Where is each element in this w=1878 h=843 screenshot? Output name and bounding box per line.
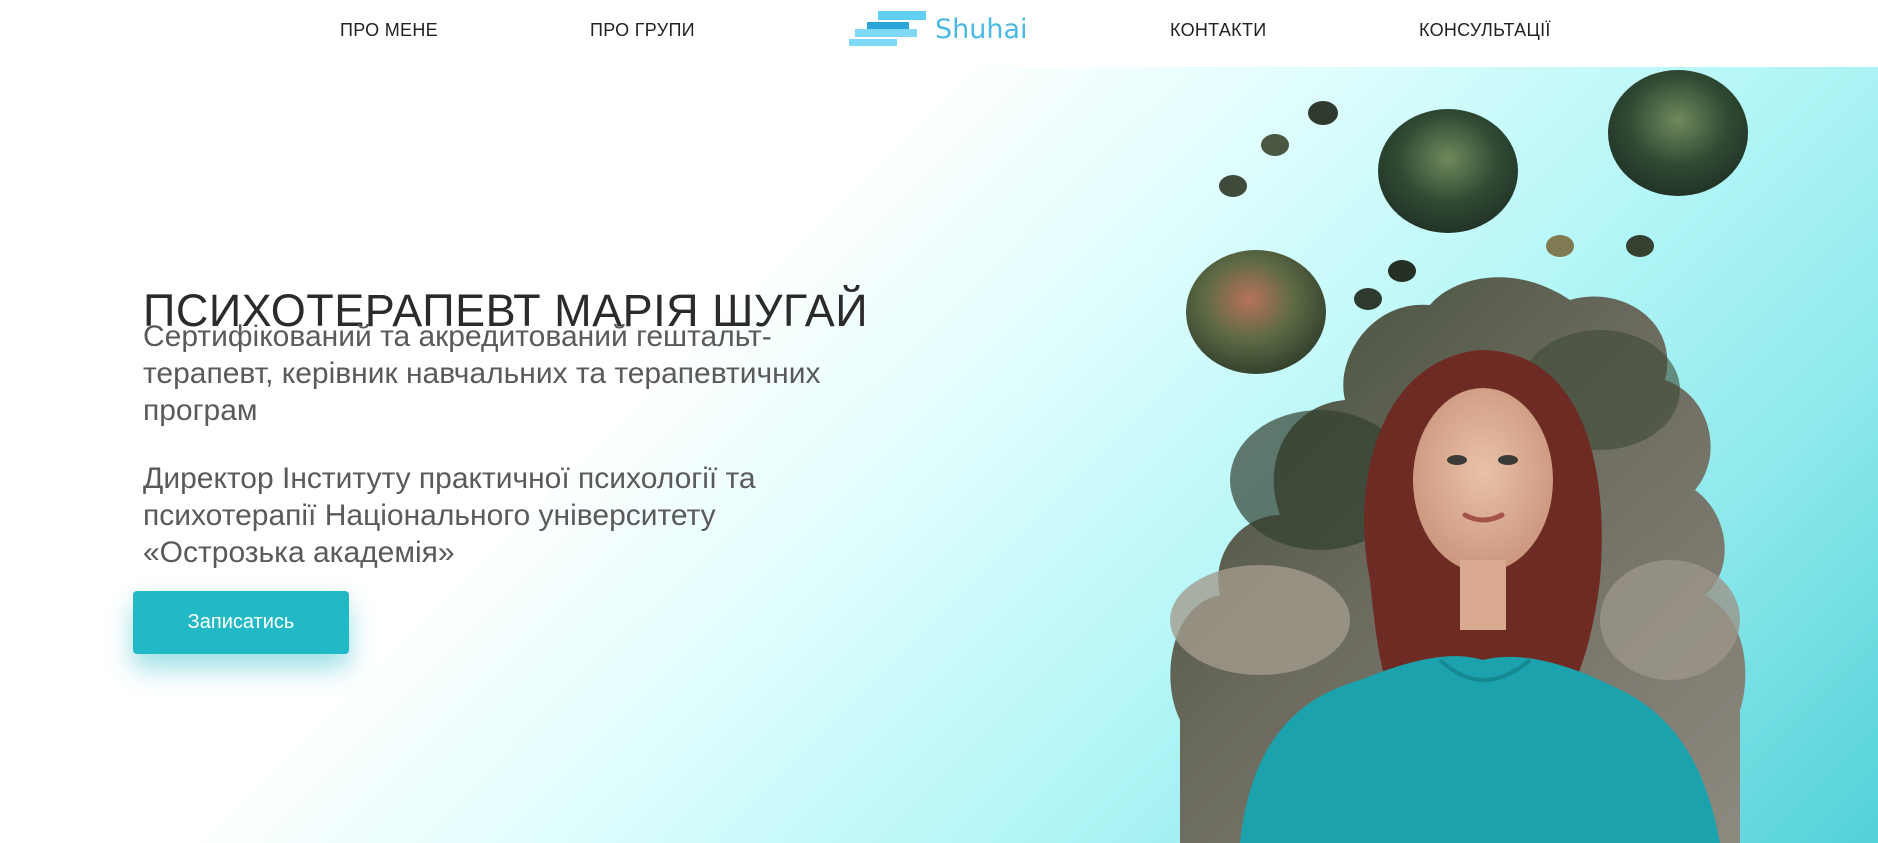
stacked-bars-logo-icon [849, 11, 926, 46]
nav-link-about-groups[interactable]: ПРО ГРУПИ [590, 20, 695, 41]
portrait-collage [1150, 60, 1770, 843]
hero-position: Директор Інституту практичної психології… [143, 462, 756, 569]
hero-subtitle: Сертифікований та акредитований гештальт… [143, 320, 821, 427]
site-header: ПРО МЕНЕ ПРО ГРУПИ Shuhai КОНТАКТИ КОНСУ… [0, 0, 1878, 67]
nav-link-consultations[interactable]: КОНСУЛЬТАЦІЇ [1419, 20, 1551, 41]
site-logo[interactable]: Shuhai [845, 8, 1028, 48]
logo-text: Shuhai [935, 14, 1028, 45]
nav-link-about-me[interactable]: ПРО МЕНЕ [340, 20, 438, 41]
nav-link-contacts[interactable]: КОНТАКТИ [1170, 20, 1267, 41]
sign-up-button[interactable]: Записатись [133, 591, 349, 654]
portrait-photo [1170, 70, 1748, 843]
